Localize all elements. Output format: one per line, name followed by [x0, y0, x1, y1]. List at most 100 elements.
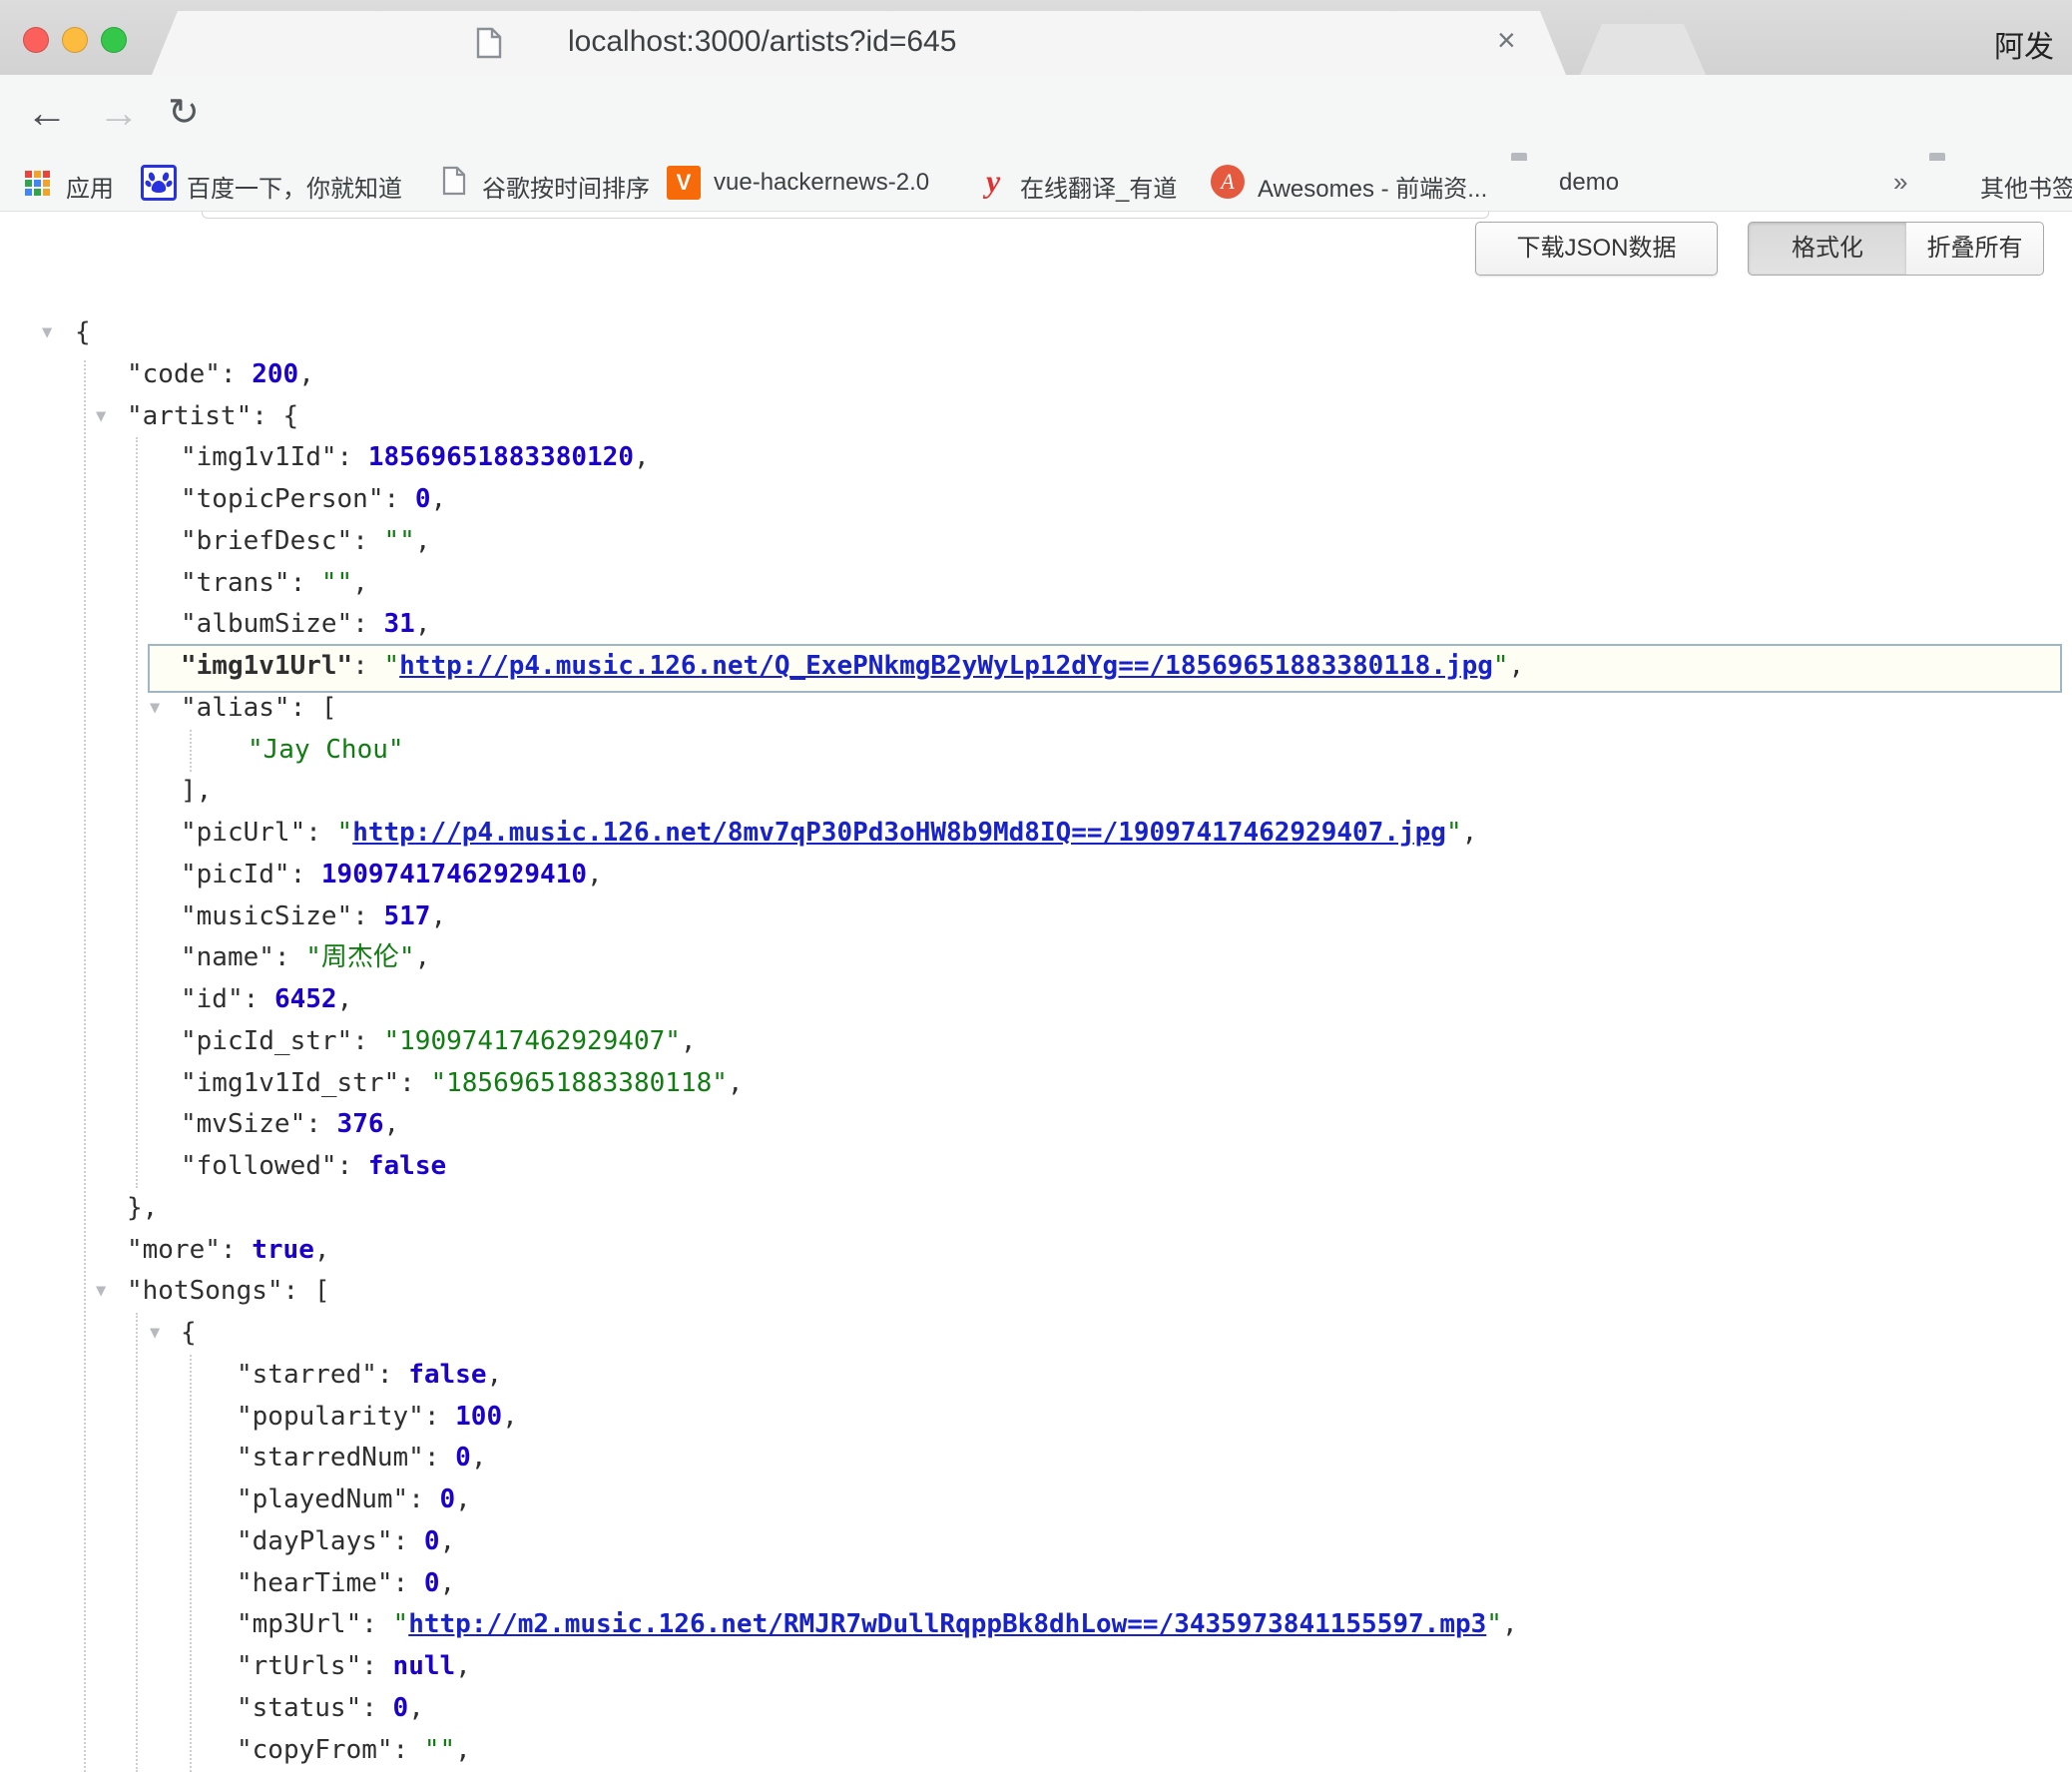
- youdao-icon[interactable]: y: [986, 163, 1000, 200]
- collapse-toggle-icon[interactable]: ▼: [96, 396, 106, 438]
- json-token: "hotSongs": [127, 1276, 283, 1306]
- reload-button[interactable]: ↻: [168, 75, 200, 155]
- json-token: :: [244, 984, 274, 1014]
- json-token: :: [283, 1276, 314, 1306]
- json-line: "Jay Chou": [0, 730, 2072, 772]
- json-token: "mp3Url": [237, 1609, 361, 1639]
- bookmark-baidu[interactable]: 百度一下，你就知道: [187, 169, 402, 204]
- json-token: false: [368, 1151, 446, 1181]
- json-line: "topicPerson": 0,: [0, 479, 2072, 521]
- json-token: ,: [298, 359, 314, 389]
- window-minimize-button[interactable]: [62, 27, 88, 53]
- json-token: :: [290, 693, 321, 723]
- json-url-link[interactable]: http://m2.music.126.net/RMJR7wDullRqppBk…: [408, 1609, 1486, 1639]
- json-url-link[interactable]: http://p4.music.126.net/8mv7qP30Pd3oHW8b…: [352, 818, 1446, 848]
- awesomes-icon[interactable]: A: [1211, 165, 1245, 199]
- json-token: null: [393, 1651, 456, 1681]
- json-line: "rtUrls": null,: [0, 1646, 2072, 1688]
- new-tab-button[interactable]: [1580, 24, 1706, 75]
- json-url-link[interactable]: http://p4.music.126.net/Q_ExePNkmgB2yWyL…: [399, 651, 1493, 681]
- json-token: :: [352, 901, 383, 931]
- json-line: "picUrl": "http://p4.music.126.net/8mv7q…: [0, 813, 2072, 855]
- collapse-all-button[interactable]: 折叠所有: [1906, 222, 2044, 276]
- json-line: "dayPlays": 0,: [0, 1521, 2072, 1563]
- json-token: "picId_str": [181, 1026, 352, 1056]
- bookmarks-bar: 应用 百度一下，你就知道 谷歌按时间排序 V vue-hackernews-2.…: [0, 155, 2072, 212]
- tab-title: localhost:3000/artists?id=645: [568, 25, 956, 59]
- bookmark-apps[interactable]: 应用: [66, 169, 114, 204]
- json-line-highlighted: "img1v1Url": "http://p4.music.126.net/Q_…: [0, 646, 2072, 688]
- bookmark-folder-demo[interactable]: demo: [1559, 169, 1619, 197]
- json-token: "": [384, 526, 415, 556]
- json-token: "more": [127, 1235, 221, 1265]
- json-token: ,: [455, 1651, 471, 1681]
- json-token: ,: [314, 1235, 330, 1265]
- json-line: "briefDesc": "",: [0, 521, 2072, 563]
- json-line: ],: [0, 771, 2072, 813]
- json-token: :: [424, 1443, 455, 1473]
- json-token: 517: [384, 901, 431, 931]
- json-line: "status": 0,: [0, 1688, 2072, 1730]
- collapse-toggle-icon[interactable]: ▼: [150, 1313, 160, 1355]
- bookmark-document-icon[interactable]: [442, 166, 466, 201]
- json-line: "picId_str": "19097417462929407",: [0, 1021, 2072, 1063]
- json-token: "img1v1Id": [181, 442, 337, 472]
- json-token: :: [221, 1235, 252, 1265]
- back-button[interactable]: ←: [26, 75, 68, 155]
- collapse-toggle-icon[interactable]: ▼: [42, 312, 52, 354]
- json-line: "img1v1Id_str": "18569651883380118",: [0, 1063, 2072, 1105]
- json-token: ,: [384, 1109, 400, 1139]
- json-token: ],: [181, 776, 212, 806]
- profile-name[interactable]: 阿发: [1994, 22, 2054, 66]
- json-line: "picId": 19097417462929410,: [0, 855, 2072, 896]
- bookmark-awesomes[interactable]: Awesomes - 前端资...: [1258, 169, 1487, 204]
- json-line: "albumSize": 31,: [0, 604, 2072, 646]
- json-token: :: [361, 1693, 392, 1723]
- json-token: "mvSize": [181, 1109, 305, 1139]
- forward-button: →: [98, 75, 140, 155]
- json-line: "musicSize": 517,: [0, 896, 2072, 938]
- vue-hackernews-icon[interactable]: V: [667, 166, 701, 200]
- collapse-toggle-icon[interactable]: ▼: [150, 688, 160, 730]
- bookmark-youdao-translate[interactable]: 在线翻译_有道: [1020, 169, 1177, 204]
- json-token: :: [393, 1735, 424, 1765]
- json-token: ,: [728, 1068, 744, 1098]
- json-token: true: [252, 1235, 314, 1265]
- json-token: 18569651883380120: [368, 442, 634, 472]
- bookmark-vue-hackernews[interactable]: vue-hackernews-2.0: [714, 169, 929, 197]
- window-zoom-button[interactable]: [101, 27, 127, 53]
- json-token: "hearTime": [237, 1568, 393, 1598]
- json-line: "mp3Url": "http://m2.music.126.net/RMJR7…: [0, 1604, 2072, 1646]
- baidu-paw-icon[interactable]: [141, 165, 177, 201]
- json-token: :: [352, 651, 383, 681]
- json-token: "alias": [181, 693, 290, 723]
- json-line: },: [0, 1188, 2072, 1230]
- json-line: "followed": false: [0, 1146, 2072, 1188]
- bookmarks-overflow-chevron[interactable]: »: [1893, 167, 1907, 198]
- other-bookmarks[interactable]: 其他书签: [1980, 169, 2072, 204]
- json-token: :: [290, 568, 321, 598]
- json-token: "img1v1Id_str": [181, 1068, 399, 1098]
- json-token: "topicPerson": [181, 484, 384, 514]
- window-close-button[interactable]: [23, 27, 49, 53]
- json-line: ▼ "alias": [: [0, 688, 2072, 730]
- json-token: :: [399, 1068, 430, 1098]
- apps-grid-icon[interactable]: [25, 171, 51, 197]
- browser-tab[interactable]: localhost:3000/artists?id=645 ×: [152, 11, 1566, 75]
- tab-close-icon[interactable]: ×: [1497, 22, 1516, 59]
- json-token: :: [305, 1109, 336, 1139]
- json-token: 0: [440, 1484, 456, 1514]
- json-token: ,: [1509, 651, 1525, 681]
- json-token: [: [321, 693, 337, 723]
- json-token: ,: [337, 984, 353, 1014]
- json-token: :: [361, 1609, 392, 1639]
- json-token: "name": [181, 942, 274, 972]
- download-json-button[interactable]: 下载JSON数据: [1475, 222, 1718, 276]
- bookmark-google-sort[interactable]: 谷歌按时间排序: [482, 169, 650, 204]
- json-token: 31: [384, 609, 415, 639]
- format-button[interactable]: 格式化: [1748, 222, 1907, 276]
- collapse-toggle-icon[interactable]: ▼: [96, 1271, 106, 1313]
- tab-title-fade: [1030, 21, 1110, 65]
- json-token: :: [352, 1026, 383, 1056]
- json-token: :: [377, 1360, 408, 1390]
